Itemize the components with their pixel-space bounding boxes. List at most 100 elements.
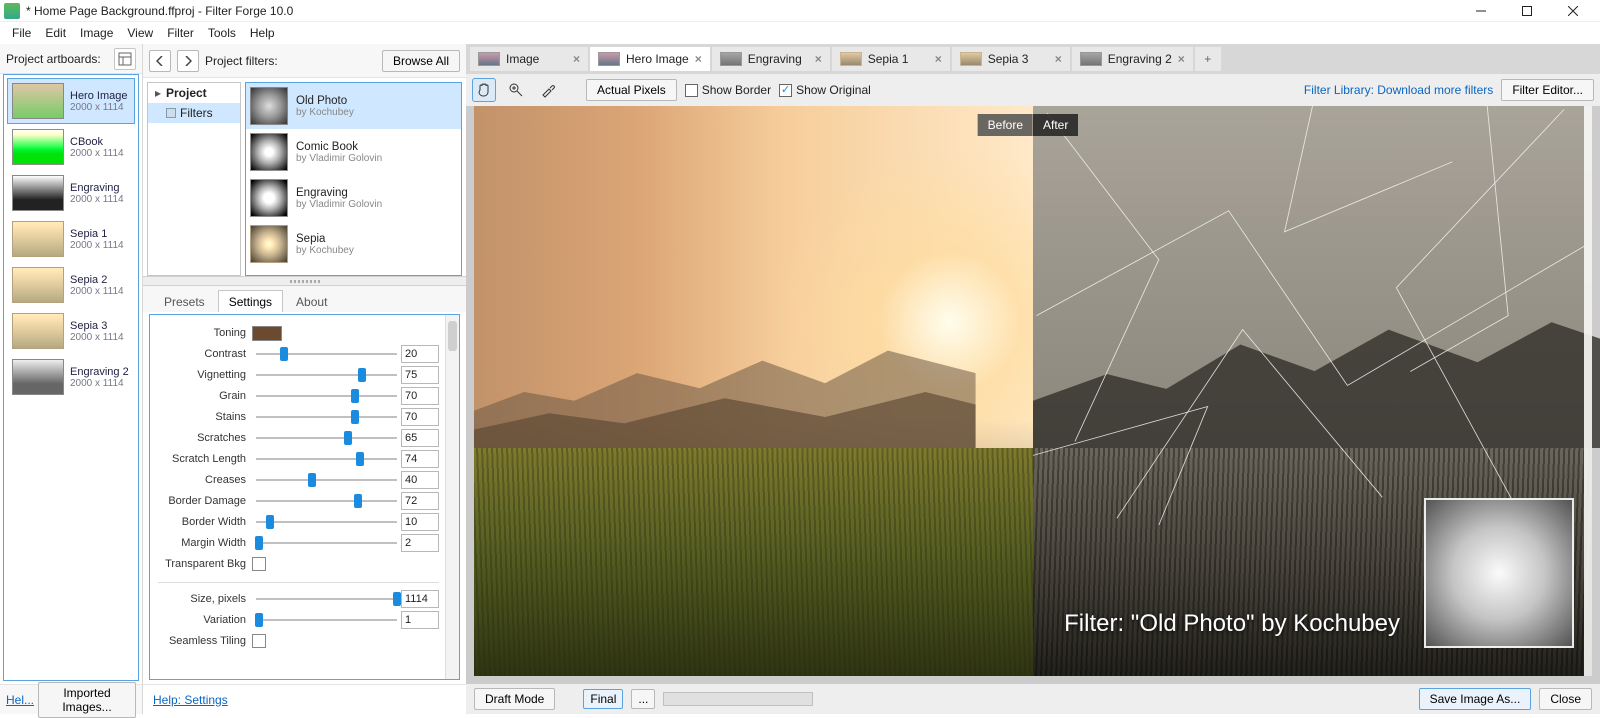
color-swatch[interactable]	[252, 326, 282, 341]
final-more-button[interactable]: ...	[631, 689, 655, 709]
menu-tools[interactable]: Tools	[202, 24, 242, 42]
nav-forward-button[interactable]	[177, 50, 199, 72]
document-tab[interactable]: Engraving×	[712, 47, 830, 71]
setting-checkbox[interactable]	[252, 557, 266, 571]
setting-slider[interactable]	[256, 433, 397, 443]
document-tab[interactable]: Hero Image ×	[590, 47, 710, 71]
doc-tab-close-icon[interactable]: ×	[935, 52, 942, 66]
settings-scrollbar[interactable]	[445, 315, 459, 679]
browse-all-button[interactable]: Browse All	[382, 50, 460, 72]
filter-list[interactable]: Old Photoby KochubeyComic Bookby Vladimi…	[245, 82, 462, 276]
tree-project[interactable]: ▸Project	[148, 83, 240, 103]
tab-settings[interactable]: Settings	[218, 290, 283, 312]
setting-value[interactable]: 1	[401, 611, 439, 629]
setting-slider[interactable]	[256, 475, 397, 485]
show-original-checkbox[interactable]	[779, 84, 792, 97]
imported-images-button[interactable]: Imported Images...	[38, 682, 136, 718]
document-tab[interactable]: Engraving 2×	[1072, 47, 1193, 71]
setting-checkbox[interactable]	[252, 634, 266, 648]
nav-back-button[interactable]	[149, 50, 171, 72]
setting-slider[interactable]	[256, 615, 397, 625]
filter-item[interactable]: Sepiaby Kochubey	[246, 221, 461, 267]
artboards-list[interactable]: Hero Image2000 x 1114CBook2000 x 1114Eng…	[3, 74, 139, 681]
canvas[interactable]: Before After Filter: "Old Photo" by Koch…	[466, 106, 1600, 684]
doc-tab-label: Image	[506, 52, 539, 66]
document-tab[interactable]: Sepia 1×	[832, 47, 950, 71]
artboard-thumb	[12, 129, 64, 165]
setting-value[interactable]: 74	[401, 450, 439, 468]
setting-value[interactable]: 20	[401, 345, 439, 363]
setting-slider[interactable]	[256, 496, 397, 506]
maximize-button[interactable]	[1504, 0, 1550, 22]
filter-editor-button[interactable]: Filter Editor...	[1501, 79, 1594, 101]
doc-tab-close-icon[interactable]: ×	[1055, 52, 1062, 66]
setting-slider[interactable]	[256, 454, 397, 464]
setting-value[interactable]: 70	[401, 387, 439, 405]
setting-value[interactable]: 70	[401, 408, 439, 426]
artboard-dims: 2000 x 1114	[70, 378, 129, 389]
artboard-item[interactable]: Hero Image2000 x 1114	[7, 78, 135, 124]
setting-slider[interactable]	[256, 594, 397, 604]
setting-slider[interactable]	[256, 412, 397, 422]
add-document-tab[interactable]: +	[1195, 47, 1221, 71]
setting-value[interactable]: 65	[401, 429, 439, 447]
splitter-handle[interactable]	[143, 276, 466, 286]
document-tab[interactable]: Image ×	[470, 47, 588, 71]
menu-edit[interactable]: Edit	[39, 24, 72, 42]
setting-value[interactable]: 40	[401, 471, 439, 489]
final-button[interactable]: Final	[583, 689, 623, 709]
setting-value[interactable]: 1114	[401, 590, 439, 608]
filter-item[interactable]: Comic Bookby Vladimir Golovin	[246, 129, 461, 175]
artboard-item[interactable]: Engraving 22000 x 1114	[7, 354, 135, 400]
artboard-item[interactable]: CBook2000 x 1114	[7, 124, 135, 170]
setting-slider[interactable]	[256, 517, 397, 527]
show-border-checkbox[interactable]	[685, 84, 698, 97]
doc-tab-label: Hero Image	[626, 52, 689, 66]
doc-tab-close-icon[interactable]: ×	[815, 52, 822, 66]
artboard-item[interactable]: Sepia 12000 x 1114	[7, 216, 135, 262]
hand-tool[interactable]	[472, 78, 496, 102]
actual-pixels-button[interactable]: Actual Pixels	[586, 79, 677, 101]
help-link[interactable]: Hel...	[6, 693, 34, 707]
setting-value[interactable]: 10	[401, 513, 439, 531]
menu-help[interactable]: Help	[244, 24, 281, 42]
zoom-tool[interactable]	[504, 78, 528, 102]
tab-about[interactable]: About	[285, 290, 338, 312]
minimize-button[interactable]	[1458, 0, 1504, 22]
doc-tab-close-icon[interactable]: ×	[695, 52, 702, 66]
doc-tab-close-icon[interactable]: ×	[573, 52, 580, 66]
draft-mode-button[interactable]: Draft Mode	[474, 688, 555, 710]
tab-presets[interactable]: Presets	[153, 290, 216, 312]
close-window-button[interactable]	[1550, 0, 1596, 22]
doc-tab-close-icon[interactable]: ×	[1178, 52, 1185, 66]
menu-image[interactable]: Image	[74, 24, 119, 42]
document-tab[interactable]: Sepia 3×	[952, 47, 1070, 71]
menu-file[interactable]: File	[6, 24, 37, 42]
tree-filters[interactable]: Filters	[148, 103, 240, 123]
artboard-item[interactable]: Sepia 32000 x 1114	[7, 308, 135, 354]
menu-filter[interactable]: Filter	[161, 24, 200, 42]
setting-value[interactable]: 2	[401, 534, 439, 552]
save-image-button[interactable]: Save Image As...	[1419, 688, 1532, 710]
close-button[interactable]: Close	[1539, 688, 1592, 710]
filter-item[interactable]: Engravingby Vladimir Golovin	[246, 175, 461, 221]
eyedropper-tool[interactable]	[536, 78, 560, 102]
setting-label: Border Damage	[158, 495, 252, 507]
setting-value[interactable]: 75	[401, 366, 439, 384]
help-settings-link[interactable]: Help: Settings	[153, 693, 228, 707]
setting-slider[interactable]	[256, 349, 397, 359]
filter-name: Comic Book	[296, 141, 382, 153]
artboard-name: Engraving	[70, 182, 124, 194]
filter-item[interactable]: Old Photoby Kochubey	[246, 83, 461, 129]
project-tree[interactable]: ▸Project Filters	[147, 82, 241, 276]
setting-value[interactable]: 72	[401, 492, 439, 510]
titlebar: * Home Page Background.ffproj - Filter F…	[0, 0, 1600, 22]
setting-slider[interactable]	[256, 370, 397, 380]
menu-view[interactable]: View	[121, 24, 159, 42]
artboard-display-mode-icon[interactable]	[114, 48, 136, 70]
artboard-item[interactable]: Sepia 22000 x 1114	[7, 262, 135, 308]
artboard-item[interactable]: Engraving2000 x 1114	[7, 170, 135, 216]
setting-slider[interactable]	[256, 538, 397, 548]
filter-library-link[interactable]: Filter Library: Download more filters	[1304, 83, 1493, 97]
setting-slider[interactable]	[256, 391, 397, 401]
